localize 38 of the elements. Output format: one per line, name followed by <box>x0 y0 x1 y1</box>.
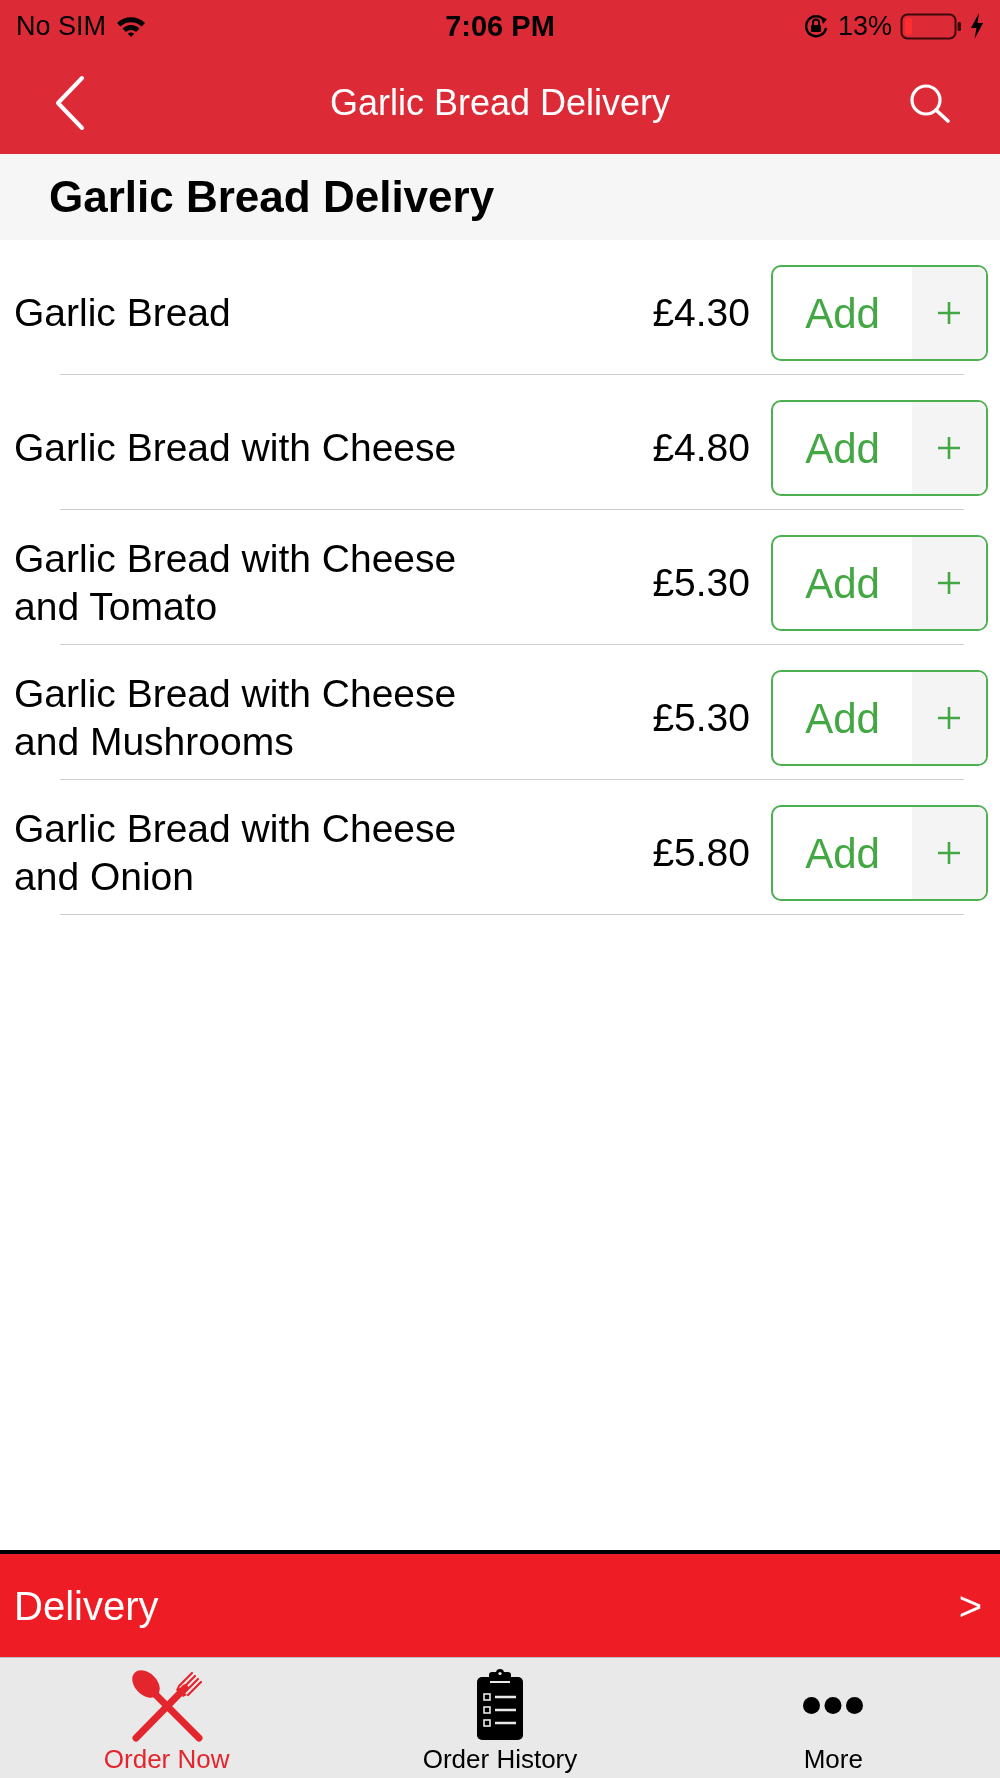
add-button[interactable]: Add <box>771 265 988 361</box>
item-name: Garlic Bread with Cheese and Onion <box>14 806 458 900</box>
item-name: Garlic Bread <box>14 290 232 336</box>
section-title: Garlic Bread Delivery <box>49 171 495 223</box>
plus-icon <box>938 302 960 324</box>
next-arrow: > <box>958 1582 983 1630</box>
add-button[interactable]: Add <box>771 400 988 496</box>
clipboard-list-icon <box>475 1669 525 1741</box>
plus-icon <box>938 842 960 864</box>
item-price: £4.80 <box>652 425 750 471</box>
carrier-label: No SIM <box>16 10 107 42</box>
item-name: Garlic Bread with Cheese and Mushrooms <box>14 671 458 765</box>
add-button[interactable]: Add <box>771 670 988 766</box>
item-name: Garlic Bread with Cheese and Tomato <box>14 536 458 630</box>
tab-item[interactable]: Order Now <box>0 1658 334 1778</box>
search-icon <box>909 83 951 123</box>
tab-item[interactable]: Order History <box>333 1658 667 1778</box>
more-dots-icon <box>803 1696 864 1714</box>
back-chevron-icon <box>54 75 86 131</box>
delivery-bar[interactable]: Delivery > <box>0 1554 1000 1657</box>
battery-percent: 13% <box>837 10 892 42</box>
item-name: Garlic Bread with Cheese <box>14 425 458 471</box>
delivery-label: Delivery <box>14 1582 159 1630</box>
plus-icon <box>938 437 960 459</box>
add-button[interactable]: Add <box>771 805 988 901</box>
add-button[interactable]: Add <box>771 535 988 631</box>
charging-bolt-icon <box>970 13 984 39</box>
battery-icon <box>900 12 962 40</box>
status-time: 7:06 PM <box>445 10 555 42</box>
plus-icon <box>938 707 960 729</box>
item-price: £4.30 <box>652 290 750 336</box>
tab-item[interactable]: More <box>666 1658 1000 1778</box>
nav-title: Garlic Bread Delivery <box>329 81 671 125</box>
plus-icon <box>938 572 960 594</box>
wifi-icon <box>116 15 147 37</box>
item-price: £5.30 <box>652 695 750 741</box>
item-price: £5.80 <box>652 830 750 876</box>
item-price: £5.30 <box>652 560 750 606</box>
